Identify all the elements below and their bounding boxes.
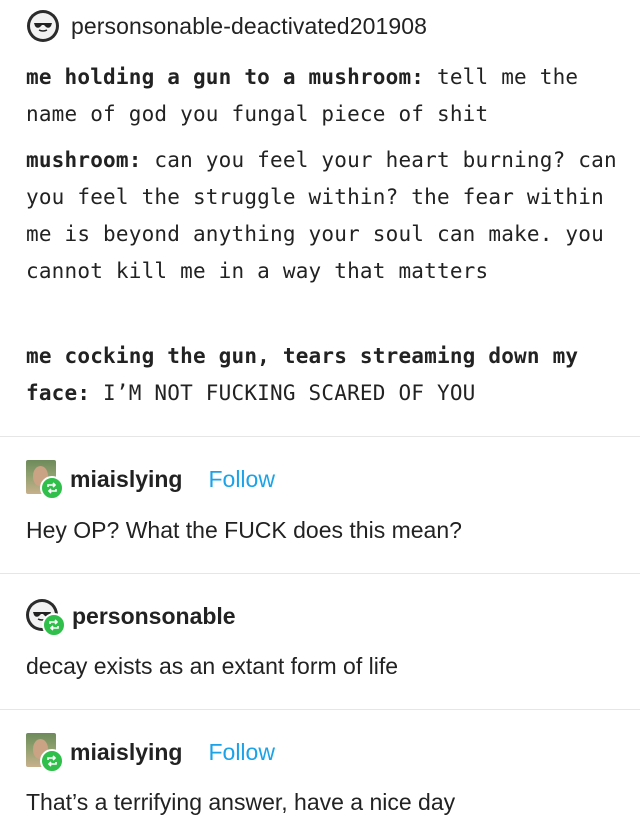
post-line: mushroom: can you feel your heart burnin… — [26, 142, 626, 290]
divider — [0, 573, 640, 574]
line-speaker: me holding a gun to a mushroom: — [26, 65, 425, 89]
reblog-username[interactable]: miaislying — [70, 466, 182, 493]
reblog-header: personsonable — [26, 597, 236, 637]
reblog-text: That’s a terrifying answer, have a nice … — [26, 789, 456, 815]
reblog-text: Hey OP? What the FUCK does this mean? — [26, 517, 462, 543]
reblog-username[interactable]: miaislying — [70, 739, 182, 766]
op-header: personsonable-deactivated201908 — [27, 9, 427, 43]
op-username[interactable]: personsonable-deactivated201908 — [71, 13, 427, 40]
divider — [0, 436, 640, 437]
reblog-username[interactable]: personsonable — [72, 603, 236, 630]
reblog-icon — [40, 749, 64, 773]
tumblr-post: personsonable-deactivated201908 me holdi… — [0, 0, 640, 835]
post-line: me holding a gun to a mushroom: tell me … — [26, 59, 626, 133]
reblog-icon — [42, 613, 66, 637]
line-text: I’M NOT FUCKING SCARED OF YOU — [90, 381, 476, 405]
line-speaker: mushroom: — [26, 148, 142, 172]
reblog-header: miaislying Follow — [26, 460, 275, 500]
post-line: me cocking the gun, tears streaming down… — [26, 338, 626, 412]
divider — [0, 709, 640, 710]
sunglasses-face-icon[interactable] — [27, 10, 59, 42]
reblog-icon — [40, 476, 64, 500]
sunglasses-face-icon[interactable] — [26, 597, 66, 637]
follow-button[interactable]: Follow — [208, 739, 274, 766]
meme-man-avatar-icon[interactable] — [26, 460, 64, 500]
reblog-text: decay exists as an extant form of life — [26, 653, 399, 679]
meme-man-avatar-icon[interactable] — [26, 733, 64, 773]
follow-button[interactable]: Follow — [208, 466, 274, 493]
reblog-header: miaislying Follow — [26, 733, 275, 773]
